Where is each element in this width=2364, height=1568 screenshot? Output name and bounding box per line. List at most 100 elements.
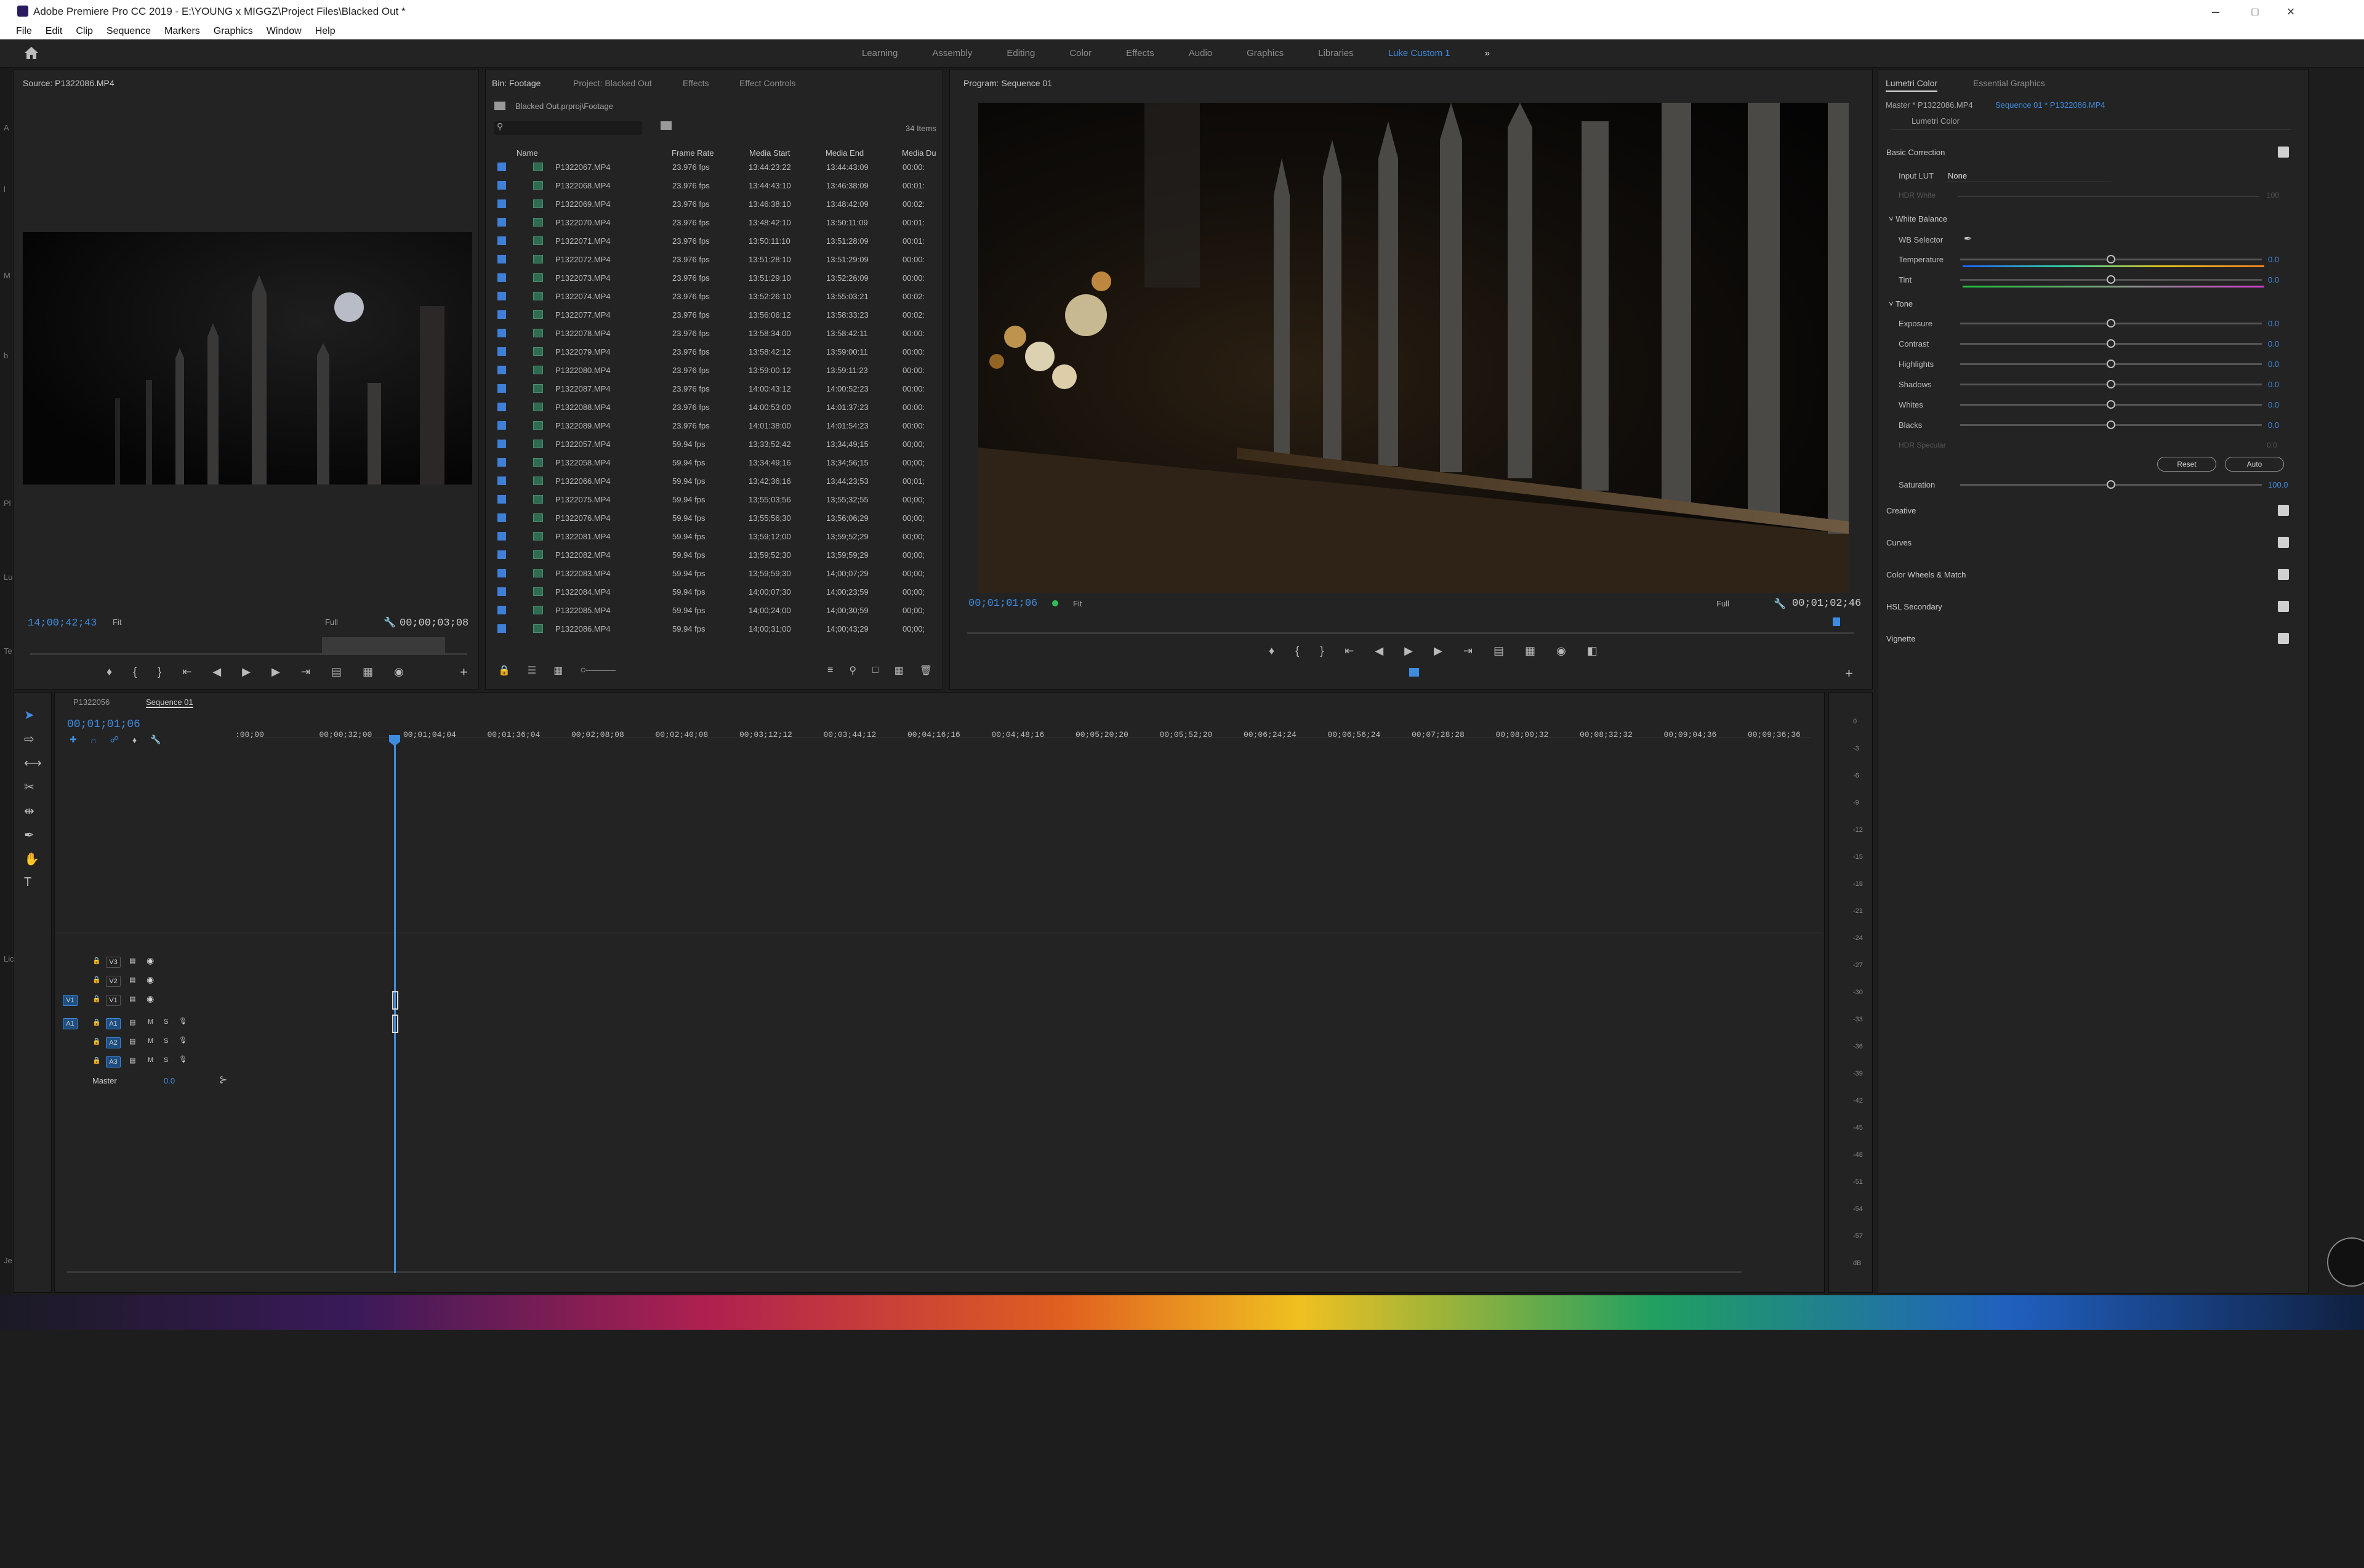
video-track-header[interactable]: 🔒 V2 ▤ ◉ — [54, 972, 233, 991]
label-color-swatch[interactable] — [497, 532, 506, 541]
slider-value[interactable]: 0.0 — [2268, 319, 2279, 328]
slider-knob[interactable] — [2107, 275, 2115, 284]
file-row[interactable]: P1322086.MP4 59.94 fps 14;00;31;00 14;00;43… — [494, 619, 937, 638]
step-forward-icon[interactable]: ▶ — [1434, 645, 1442, 657]
section-vignette[interactable]: Vignette — [1886, 633, 2293, 644]
go-to-in-icon[interactable]: ⇤ — [182, 665, 191, 678]
zoom-slider[interactable]: ○——— — [580, 665, 616, 676]
icon-view-icon[interactable]: ▦ — [553, 664, 563, 677]
tab-bin-footage[interactable]: Bin: Footage — [492, 78, 541, 88]
column-media-end[interactable]: Media End — [826, 148, 864, 158]
overwrite-icon[interactable]: ▦ — [363, 665, 373, 678]
track-target[interactable]: A2 — [106, 1037, 121, 1048]
creative-checkbox[interactable] — [2278, 505, 2289, 516]
section-creative[interactable]: Creative — [1886, 505, 2293, 516]
vignette-checkbox[interactable] — [2278, 633, 2289, 644]
nest-icon[interactable]: ✚ — [70, 734, 77, 745]
file-row[interactable]: P1322083.MP4 59.94 fps 13;59;59;30 14;00;07… — [494, 564, 937, 582]
label-color-swatch[interactable] — [497, 310, 506, 319]
label-color-swatch[interactable] — [497, 273, 506, 282]
file-row[interactable]: P1322072.MP4 23.976 fps 13:51:28:10 13:51:2… — [494, 250, 937, 268]
microphone-icon[interactable]: 🎙 — [179, 1036, 187, 1044]
microphone-icon[interactable]: 🎙 — [179, 1055, 187, 1063]
slider-value[interactable]: 0.0 — [2268, 339, 2279, 348]
trash-icon[interactable]: 🗑 — [920, 664, 932, 677]
effect-dropdown[interactable]: Lumetri Color — [1891, 114, 2291, 130]
sync-lock-icon[interactable]: ▤ — [129, 976, 135, 984]
camera-icon[interactable]: ◉ — [394, 665, 404, 678]
audio-track-header[interactable]: A1 🔒 A1 ▤ M S 🎙 — [54, 1015, 233, 1033]
track-target[interactable]: A3 — [106, 1056, 121, 1067]
mark-out-icon[interactable]: } — [158, 665, 161, 678]
program-video-frame[interactable] — [978, 103, 1849, 593]
label-color-swatch[interactable] — [497, 624, 506, 633]
label-color-swatch[interactable] — [497, 199, 506, 208]
razor-tool-icon[interactable]: ✂ — [24, 779, 42, 795]
slider-knob[interactable] — [2107, 420, 2115, 429]
tab-project[interactable]: Project: Blacked Out — [573, 78, 652, 88]
program-scrubber[interactable] — [967, 632, 1854, 634]
step-back-icon[interactable]: ◀ — [1375, 645, 1383, 657]
file-row[interactable]: P1322078.MP4 23.976 fps 13:58:34:00 13:58:4… — [494, 324, 937, 342]
workspace-learning[interactable]: Learning — [845, 48, 915, 58]
label-color-swatch[interactable] — [497, 163, 506, 171]
marker-icon[interactable]: ♦ — [107, 665, 112, 678]
menu-graphics[interactable]: Graphics — [214, 26, 253, 37]
linked-selection-icon[interactable]: ☍ — [110, 734, 119, 745]
source-quality-select[interactable]: Full — [325, 617, 338, 627]
ripple-edit-tool-icon[interactable]: ⟷ — [24, 755, 42, 771]
file-row[interactable]: P1322058.MP4 59.94 fps 13;34;49;16 13;34;56… — [494, 453, 937, 472]
file-row[interactable]: P1322084.MP4 59.94 fps 14;00;07;30 14;00;23… — [494, 582, 937, 601]
microphone-icon[interactable]: 🎙 — [179, 1017, 187, 1025]
tab-sequence-01[interactable]: Sequence 01 — [146, 698, 193, 708]
label-color-swatch[interactable] — [497, 606, 506, 614]
file-row[interactable]: P1322089.MP4 23.976 fps 14:01:38:00 14:01:5… — [494, 416, 937, 435]
track-target[interactable]: A1 — [106, 1018, 121, 1029]
file-row[interactable]: P1322077.MP4 23.976 fps 13:56:06:12 13:58:3… — [494, 305, 937, 324]
saturation-value[interactable]: 100.0 — [2268, 480, 2288, 489]
file-row[interactable]: P1322074.MP4 23.976 fps 13:52:26:10 13:55:0… — [494, 287, 937, 305]
mute-icon[interactable]: M — [148, 1056, 153, 1064]
track-lock-icon[interactable]: 🔒 — [92, 1018, 101, 1026]
file-row[interactable]: P1322070.MP4 23.976 fps 13:48:42:10 13:50:1… — [494, 213, 937, 231]
list-view-icon[interactable]: ☰ — [528, 664, 536, 677]
workspace-color[interactable]: Color — [1052, 48, 1109, 58]
solo-icon[interactable]: S — [164, 1056, 168, 1064]
source-fit-select[interactable]: Fit — [113, 617, 121, 627]
label-color-swatch[interactable] — [497, 569, 506, 577]
minimize-icon[interactable]: – — [2206, 2, 2225, 21]
master-clip-label[interactable]: Master * P1322086.MP4 — [1886, 100, 1973, 110]
source-zoom-bar[interactable] — [322, 637, 445, 653]
file-row[interactable]: P1322088.MP4 23.976 fps 14:00:53:00 14:01:3… — [494, 398, 937, 416]
audio-track-header[interactable]: 🔒 A3 ▤ M S 🎙 — [54, 1053, 233, 1071]
marker-icon[interactable]: ♦ — [1269, 645, 1274, 657]
menu-help[interactable]: Help — [315, 26, 336, 37]
slider-knob[interactable] — [2107, 339, 2115, 348]
maximize-icon[interactable]: □ — [2246, 2, 2264, 21]
workspace-editing[interactable]: Editing — [989, 48, 1052, 58]
slider-knob[interactable] — [2107, 319, 2115, 328]
source-patch-a1[interactable]: A1 — [63, 1018, 78, 1029]
workspace-overflow-icon[interactable]: » — [1468, 48, 1507, 58]
go-to-out-icon[interactable]: ⇥ — [1463, 645, 1473, 657]
track-lock-icon[interactable]: 🔒 — [92, 1056, 101, 1064]
curves-checkbox[interactable] — [2278, 537, 2289, 548]
program-fit-select[interactable]: Fit — [1073, 599, 1082, 608]
new-bin-button-icon[interactable]: □ — [872, 665, 878, 676]
master-track-value[interactable]: 0.0 — [164, 1076, 175, 1085]
label-color-swatch[interactable] — [497, 181, 506, 190]
home-icon[interactable] — [23, 46, 39, 60]
file-row[interactable]: P1322087.MP4 23.976 fps 14:00:43:12 14:00:5… — [494, 379, 937, 398]
go-to-out-icon[interactable]: ⇥ — [301, 665, 310, 678]
hsl-checkbox[interactable] — [2278, 601, 2289, 612]
label-color-swatch[interactable] — [497, 347, 506, 356]
timeline-timecode[interactable]: 00;01;01;06 — [67, 718, 140, 731]
section-curves[interactable]: Curves — [1886, 537, 2293, 548]
file-row[interactable]: P1322075.MP4 59.94 fps 13;55;03;56 13;55;32… — [494, 490, 937, 509]
workspace-graphics[interactable]: Graphics — [1229, 48, 1301, 58]
auto-button[interactable]: Auto — [2225, 457, 2284, 472]
source-title[interactable]: Source: P1322086.MP4 — [23, 78, 115, 88]
slip-tool-icon[interactable]: ⇹ — [24, 803, 42, 819]
color-wheels-checkbox[interactable] — [2278, 569, 2289, 580]
track-target[interactable]: V1 — [106, 995, 121, 1006]
